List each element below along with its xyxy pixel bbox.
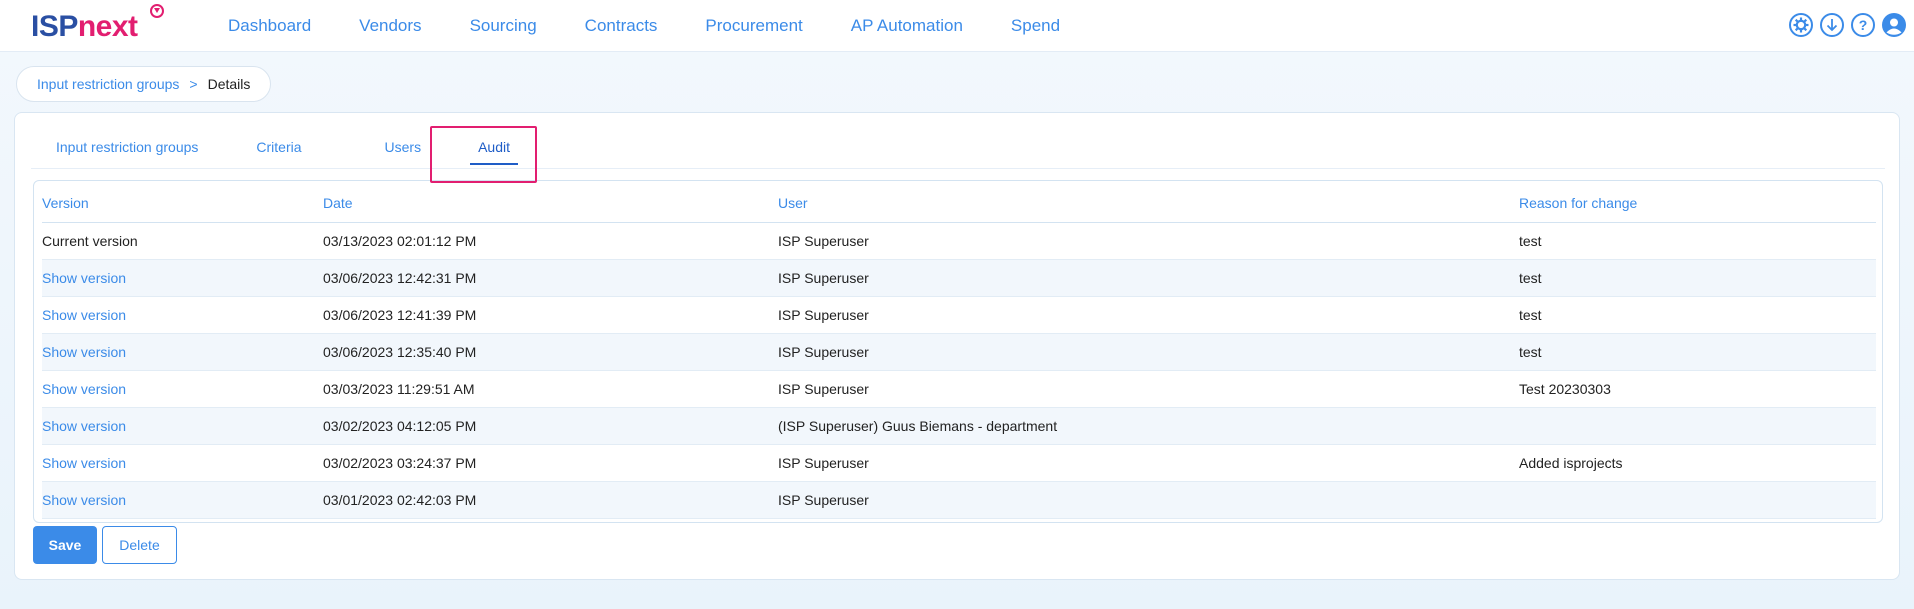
user-cell: ISP Superuser [778,444,1519,482]
top-navigation-bar: ISP next Dashboard Vendors Sourcing Contr… [0,0,1914,52]
nav-ap-automation[interactable]: AP Automation [851,16,963,36]
reason-cell: Added isprojects [1519,444,1876,482]
reason-cell: test [1519,333,1876,371]
breadcrumb-separator: > [189,76,198,92]
tab-bar: Input restriction groups Criteria Users … [31,125,1885,169]
nav-vendors[interactable]: Vendors [359,16,421,36]
user-cell: ISP Superuser [778,296,1519,334]
date-cell: 03/02/2023 03:24:37 PM [323,444,778,482]
delete-button[interactable]: Delete [102,526,177,564]
help-icon[interactable]: ? [1851,13,1875,37]
details-panel: Input restriction groups Criteria Users … [14,112,1900,580]
reason-cell: Test 20230303 [1519,370,1876,408]
tab-users[interactable]: Users [385,139,422,155]
column-header-reason[interactable]: Reason for change [1519,181,1876,223]
reason-cell: test [1519,296,1876,334]
user-icon[interactable] [1882,13,1906,37]
logo-text-isp: ISP [31,10,78,43]
gear-icon[interactable] [1789,13,1813,37]
table-row: Show version 03/03/2023 11:29:51 AM ISP … [42,370,1876,408]
top-icon-group: ? [1789,13,1906,37]
table-row: Show version 03/01/2023 02:42:03 PM ISP … [42,481,1876,519]
column-header-version[interactable]: Version [42,181,323,223]
reason-cell [1519,481,1876,519]
show-version-link[interactable]: Show version [42,296,323,334]
tab-audit[interactable]: Audit [470,139,518,165]
user-cell: ISP Superuser [778,370,1519,408]
table-row: Show version 03/02/2023 03:24:37 PM ISP … [42,444,1876,482]
help-glyph: ? [1858,17,1868,33]
date-cell: 03/01/2023 02:42:03 PM [323,481,778,519]
reason-cell: test [1519,259,1876,297]
table-row: Show version 03/06/2023 12:41:39 PM ISP … [42,296,1876,334]
tab-criteria[interactable]: Criteria [256,139,301,155]
show-version-link[interactable]: Show version [42,370,323,408]
audit-table-container: Version Date User Reason for change Curr… [33,180,1883,523]
show-version-link[interactable]: Show version [42,481,323,519]
date-cell: 03/06/2023 12:41:39 PM [323,296,778,334]
nav-contracts[interactable]: Contracts [585,16,658,36]
download-icon[interactable] [1820,13,1844,37]
show-version-link[interactable]: Show version [42,444,323,482]
audit-table: Version Date User Reason for change Curr… [42,181,1876,519]
table-row: Show version 03/02/2023 04:12:05 PM (ISP… [42,407,1876,445]
breadcrumb-input-restriction-groups[interactable]: Input restriction groups [37,76,179,92]
ispnext-logo[interactable]: ISP next [31,8,138,44]
date-cell: 03/02/2023 04:12:05 PM [323,407,778,445]
date-cell: 03/03/2023 11:29:51 AM [323,370,778,408]
reason-cell [1519,407,1876,445]
main-nav: Dashboard Vendors Sourcing Contracts Pro… [228,0,1108,52]
date-cell: 03/06/2023 12:35:40 PM [323,333,778,371]
column-header-user[interactable]: User [778,181,1519,223]
user-cell: ISP Superuser [778,333,1519,371]
nav-sourcing[interactable]: Sourcing [470,16,537,36]
table-row: Current version 03/13/2023 02:01:12 PM I… [42,222,1876,260]
user-cell: ISP Superuser [778,259,1519,297]
nav-procurement[interactable]: Procurement [705,16,802,36]
user-cell: ISP Superuser [778,481,1519,519]
breadcrumb-current: Details [207,76,251,92]
date-cell: 03/13/2023 02:01:12 PM [323,222,778,260]
table-row: Show version 03/06/2023 12:35:40 PM ISP … [42,333,1876,371]
column-header-date[interactable]: Date [323,181,778,223]
user-cell: ISP Superuser [778,222,1519,260]
table-header-row: Version Date User Reason for change [42,181,1876,223]
user-cell: (ISP Superuser) Guus Biemans - departmen… [778,407,1519,445]
date-cell: 03/06/2023 12:42:31 PM [323,259,778,297]
logo-text-next: next [77,10,138,43]
logo-heart-icon [150,4,164,18]
table-row: Show version 03/06/2023 12:42:31 PM ISP … [42,259,1876,297]
save-button[interactable]: Save [33,526,97,564]
nav-spend[interactable]: Spend [1011,16,1060,36]
show-version-link[interactable]: Show version [42,259,323,297]
nav-dashboard[interactable]: Dashboard [228,16,311,36]
show-version-link[interactable]: Show version [42,333,323,371]
version-cell: Current version [42,222,323,260]
breadcrumb: Input restriction groups > Details [16,66,272,102]
reason-cell: test [1519,222,1876,260]
tab-input-restriction-groups[interactable]: Input restriction groups [56,139,198,155]
show-version-link[interactable]: Show version [42,407,323,445]
